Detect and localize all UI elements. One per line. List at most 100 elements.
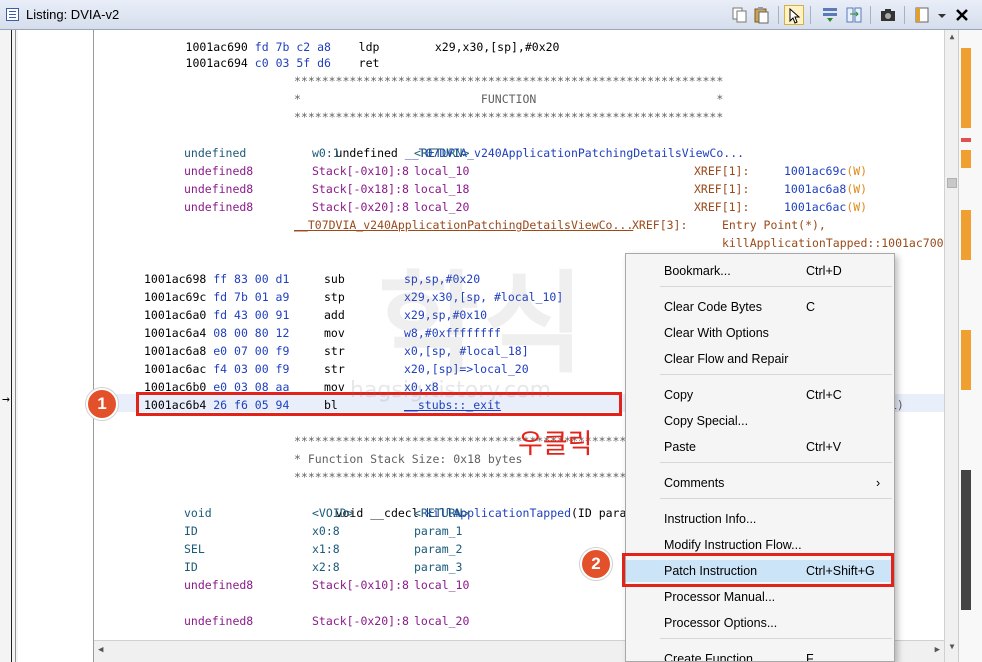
submenu-arrow-icon: › (876, 476, 881, 490)
overview-marker[interactable] (961, 330, 971, 390)
function2-signature[interactable]: void __cdecl killApplicationTapped(ID pa… (294, 486, 655, 520)
menu-separator (660, 374, 892, 375)
function-signature[interactable]: undefined __T07DVIA_v240ApplicationPatch… (294, 126, 745, 160)
close-icon[interactable] (952, 5, 972, 25)
instruction-row[interactable]: 1001ac698 ff 83 00 d1 (144, 270, 289, 288)
toolbar-separator (904, 6, 905, 24)
overview-bar[interactable] (958, 30, 982, 662)
instruction-row[interactable]: 1001ac6ac f4 03 00 f9 (144, 360, 289, 378)
menu-separator (660, 462, 892, 463)
field-edit-icon[interactable] (820, 5, 840, 25)
toolbar-separator (870, 6, 871, 24)
menu-item-paste[interactable]: Paste Ctrl+V (626, 436, 894, 458)
var-name[interactable]: local_10 (414, 162, 469, 180)
var-name[interactable]: <RETURN> (414, 504, 469, 522)
var-type[interactable]: undefined (184, 144, 246, 162)
instruction-row[interactable]: 1001ac6a0 fd 43 00 91 (144, 306, 289, 324)
scroll-right-icon[interactable]: ▶ (935, 645, 940, 655)
var-location: Stack[-0x18]:8 (312, 182, 409, 196)
menu-item-clear-with-options[interactable]: Clear With Options (626, 322, 894, 344)
var-type[interactable]: ID (184, 558, 198, 576)
var-name[interactable]: param_1 (414, 522, 462, 540)
var-location: Stack[-0x20]:8 (312, 200, 409, 214)
scroll-up-icon[interactable]: ▲ (945, 32, 959, 44)
var-type[interactable]: undefined8 (184, 180, 253, 198)
menu-item-create-function[interactable]: Create Function F (626, 648, 894, 661)
menu-item-comments[interactable]: Comments › (626, 472, 894, 494)
step-badge-2: 2 (580, 548, 612, 580)
overview-marker[interactable] (961, 210, 971, 260)
var-location: w0:1 (312, 146, 340, 160)
var-type[interactable]: void (184, 504, 212, 522)
xref-label: XREF[3]: (632, 218, 688, 232)
xref-label: XREF[1]: (694, 200, 750, 214)
menu-item-processor-options[interactable]: Processor Options... (626, 612, 894, 634)
cursor-icon[interactable] (784, 5, 804, 25)
var-location: x0:8 (312, 524, 340, 538)
copy-icon[interactable] (730, 5, 750, 25)
menu-item-copy-special[interactable]: Copy Special... (626, 410, 894, 432)
snapshot-icon[interactable] (878, 5, 898, 25)
instruction-mnemonic[interactable]: add (324, 306, 345, 324)
overview-marker[interactable] (961, 48, 971, 128)
var-name[interactable]: local_20 (414, 198, 469, 216)
overview-viewport[interactable] (961, 470, 971, 610)
toolbar-separator (778, 6, 779, 24)
overview-marker[interactable] (961, 138, 971, 142)
context-menu: Bookmark... Ctrl+D Clear Code Bytes C Clea… (625, 253, 895, 662)
dropdown-icon[interactable] (932, 5, 946, 25)
menu-item-instruction-info[interactable]: Instruction Info... (626, 508, 894, 530)
vertical-scrollbar[interactable]: ▲ ▼ (944, 30, 958, 662)
var-name[interactable]: local_18 (414, 180, 469, 198)
var-name[interactable]: param_3 (414, 558, 462, 576)
watermark-url: hagsig.tistory.com (350, 378, 552, 403)
instruction-row[interactable]: 1001ac6a8 e0 07 00 f9 (144, 342, 289, 360)
scroll-down-icon[interactable]: ▼ (945, 642, 959, 654)
var-name[interactable]: param_2 (414, 540, 462, 558)
xref-kill-application[interactable]: killApplicationTapped::1001ac700 (722, 234, 944, 252)
stack-size-comment: * Function Stack Size: 0x18 bytes (294, 452, 523, 466)
menu-item-clear-code-bytes[interactable]: Clear Code Bytes C (626, 296, 894, 318)
instruction-mnemonic[interactable]: stp (324, 288, 345, 306)
menu-item-processor-manual[interactable]: Processor Manual... (626, 586, 894, 608)
var-location: Stack[-0x20]:8 (312, 614, 409, 628)
instruction-mnemonic[interactable]: str (324, 342, 345, 360)
menu-separator (660, 498, 892, 499)
scroll-left-icon[interactable]: ◀ (98, 645, 103, 655)
paste-icon[interactable] (752, 5, 772, 25)
right-click-annotation: 우클릭 (518, 429, 593, 460)
xref-address[interactable]: 1001ac69c(W) (784, 162, 867, 180)
xref-address[interactable]: 1001ac6ac(W) (784, 198, 867, 216)
listing-window-icon (6, 8, 19, 21)
menu-separator (660, 638, 892, 639)
scroll-thumb[interactable] (947, 178, 957, 188)
instruction-mnemonic[interactable]: str (324, 360, 345, 378)
var-type[interactable]: undefined8 (184, 576, 253, 594)
menu-item-copy[interactable]: Copy Ctrl+C (626, 384, 894, 406)
xref-address[interactable]: 1001ac6a8(W) (784, 180, 867, 198)
menu-separator (660, 286, 892, 287)
instruction-row[interactable]: 1001ac69c fd 7b 01 a9 (144, 288, 289, 306)
var-type[interactable]: undefined8 (184, 612, 253, 630)
var-name[interactable]: local_10 (414, 576, 469, 594)
var-type[interactable]: undefined8 (184, 198, 253, 216)
var-type[interactable]: undefined8 (184, 162, 253, 180)
instruction-mnemonic[interactable]: sub (324, 270, 345, 288)
function-label[interactable]: __T07DVIA_v240ApplicationPatchingDetails… (294, 216, 633, 234)
function-banner: * FUNCTION * (294, 92, 724, 106)
var-type[interactable]: SEL (184, 540, 205, 558)
var-name[interactable]: <RETURN> (414, 144, 469, 162)
overview-marker[interactable] (961, 150, 971, 168)
watermark-logo: 학식 (378, 260, 589, 388)
var-name[interactable]: local_20 (414, 612, 469, 630)
diff-icon[interactable] (844, 5, 864, 25)
instruction-mnemonic[interactable]: mov (324, 324, 345, 342)
menu-item-clear-flow-repair[interactable]: Clear Flow and Repair (626, 348, 894, 370)
xref-entry-point[interactable]: Entry Point(*), (722, 216, 826, 234)
listing-line[interactable]: 1001ac694 c0 03 5f d6 ret (144, 36, 380, 70)
comment-stars: ****************************************… (294, 74, 724, 88)
menu-item-bookmark[interactable]: Bookmark... Ctrl+D (626, 260, 894, 282)
var-type[interactable]: ID (184, 522, 198, 540)
instruction-row[interactable]: 1001ac6a4 08 00 80 12 (144, 324, 289, 342)
layout-icon[interactable] (912, 5, 932, 25)
